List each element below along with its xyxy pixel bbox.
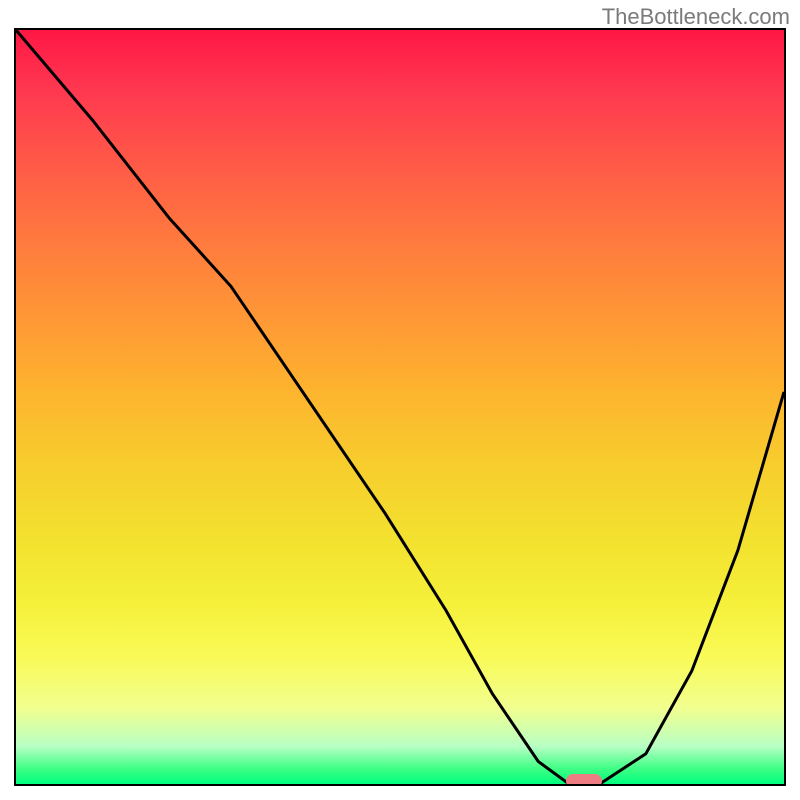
plot-area <box>14 28 786 786</box>
bottleneck-curve <box>16 30 784 784</box>
bottleneck-chart: TheBottleneck.com <box>0 0 800 800</box>
watermark-text: TheBottleneck.com <box>602 4 790 30</box>
current-config-marker <box>566 774 602 786</box>
